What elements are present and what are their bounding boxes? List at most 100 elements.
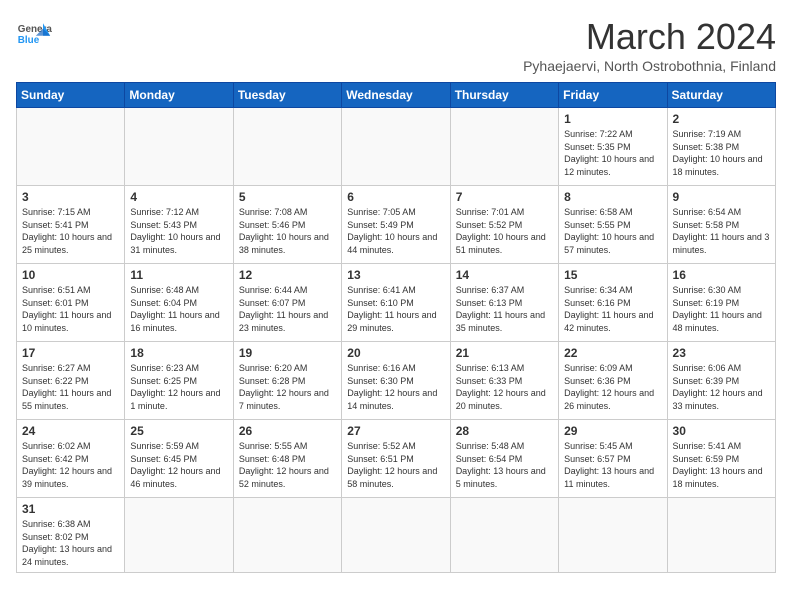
calendar-cell — [342, 498, 450, 573]
day-info: Sunrise: 5:45 AM Sunset: 6:57 PM Dayligh… — [564, 440, 661, 490]
day-number: 13 — [347, 268, 444, 282]
page-header: General Blue March 2024 Pyhaejaervi, Nor… — [16, 16, 776, 74]
day-number: 22 — [564, 346, 661, 360]
day-info: Sunrise: 7:19 AM Sunset: 5:38 PM Dayligh… — [673, 128, 770, 178]
day-number: 29 — [564, 424, 661, 438]
weekday-header-sunday: Sunday — [17, 83, 125, 108]
day-number: 21 — [456, 346, 553, 360]
day-info: Sunrise: 6:51 AM Sunset: 6:01 PM Dayligh… — [22, 284, 119, 334]
day-info: Sunrise: 6:09 AM Sunset: 6:36 PM Dayligh… — [564, 362, 661, 412]
calendar-cell: 8 Sunrise: 6:58 AM Sunset: 5:55 PM Daylig… — [559, 186, 667, 264]
day-number: 19 — [239, 346, 336, 360]
day-info: Sunrise: 6:37 AM Sunset: 6:13 PM Dayligh… — [456, 284, 553, 334]
day-number: 31 — [22, 502, 119, 516]
calendar-cell: 20Sunrise: 6:16 AM Sunset: 6:30 PM Dayli… — [342, 342, 450, 420]
weekday-header-friday: Friday — [559, 83, 667, 108]
calendar-cell: 4Sunrise: 7:12 AM Sunset: 5:43 PM Daylig… — [125, 186, 233, 264]
day-number: 12 — [239, 268, 336, 282]
day-info: Sunrise: 7:15 AM Sunset: 5:41 PM Dayligh… — [22, 206, 119, 256]
calendar-cell: 19 Sunrise: 6:20 AM Sunset: 6:28 PM Dayli… — [233, 342, 341, 420]
day-number: 24 — [22, 424, 119, 438]
calendar-cell: 13 Sunrise: 6:41 AM Sunset: 6:10 PM Dayli… — [342, 264, 450, 342]
day-number: 27 — [347, 424, 444, 438]
calendar-cell: 30 Sunrise: 5:41 AM Sunset: 6:59 PM Dayli… — [667, 420, 775, 498]
day-info: Sunrise: 6:27 AM Sunset: 6:22 PM Dayligh… — [22, 362, 119, 412]
calendar-cell: 17 Sunrise: 6:27 AM Sunset: 6:22 PM Dayli… — [17, 342, 125, 420]
calendar-cell: 29 Sunrise: 5:45 AM Sunset: 6:57 PM Dayli… — [559, 420, 667, 498]
day-info: Sunrise: 6:02 AM Sunset: 6:42 PM Dayligh… — [22, 440, 119, 490]
day-info: Sunrise: 7:05 AM Sunset: 5:49 PM Dayligh… — [347, 206, 444, 256]
day-info: Sunrise: 5:59 AM Sunset: 6:45 PM Dayligh… — [130, 440, 227, 490]
calendar-cell — [450, 498, 558, 573]
svg-text:Blue: Blue — [18, 35, 40, 46]
week-row-3: 10 Sunrise: 6:51 AM Sunset: 6:01 PM Dayli… — [17, 264, 776, 342]
day-info: Sunrise: 6:06 AM Sunset: 6:39 PM Dayligh… — [673, 362, 770, 412]
calendar-cell: 28 Sunrise: 5:48 AM Sunset: 6:54 PM Dayli… — [450, 420, 558, 498]
day-info: Sunrise: 6:20 AM Sunset: 6:28 PM Dayligh… — [239, 362, 336, 412]
calendar-cell: 9 Sunrise: 6:54 AM Sunset: 5:58 PM Daylig… — [667, 186, 775, 264]
day-number: 17 — [22, 346, 119, 360]
day-info: Sunrise: 5:52 AM Sunset: 6:51 PM Dayligh… — [347, 440, 444, 490]
calendar-cell — [667, 498, 775, 573]
calendar-cell: 25 Sunrise: 5:59 AM Sunset: 6:45 PM Dayli… — [125, 420, 233, 498]
day-info: Sunrise: 6:54 AM Sunset: 5:58 PM Dayligh… — [673, 206, 770, 256]
day-info: Sunrise: 6:48 AM Sunset: 6:04 PM Dayligh… — [130, 284, 227, 334]
day-info: Sunrise: 6:23 AM Sunset: 6:25 PM Dayligh… — [130, 362, 227, 412]
day-number: 8 — [564, 190, 661, 204]
day-info: Sunrise: 5:41 AM Sunset: 6:59 PM Dayligh… — [673, 440, 770, 490]
day-info: Sunrise: 6:30 AM Sunset: 6:19 PM Dayligh… — [673, 284, 770, 334]
calendar-cell: 18 Sunrise: 6:23 AM Sunset: 6:25 PM Dayli… — [125, 342, 233, 420]
day-number: 14 — [456, 268, 553, 282]
day-number: 2 — [673, 112, 770, 126]
calendar-cell: 21Sunrise: 6:13 AM Sunset: 6:33 PM Dayli… — [450, 342, 558, 420]
calendar-cell — [342, 108, 450, 186]
day-info: Sunrise: 5:48 AM Sunset: 6:54 PM Dayligh… — [456, 440, 553, 490]
week-row-5: 24 Sunrise: 6:02 AM Sunset: 6:42 PM Dayli… — [17, 420, 776, 498]
day-number: 4 — [130, 190, 227, 204]
day-info: Sunrise: 7:01 AM Sunset: 5:52 PM Dayligh… — [456, 206, 553, 256]
week-row-4: 17 Sunrise: 6:27 AM Sunset: 6:22 PM Dayli… — [17, 342, 776, 420]
day-info: Sunrise: 6:34 AM Sunset: 6:16 PM Dayligh… — [564, 284, 661, 334]
weekday-header-monday: Monday — [125, 83, 233, 108]
calendar-cell: 10 Sunrise: 6:51 AM Sunset: 6:01 PM Dayli… — [17, 264, 125, 342]
calendar-cell: 24 Sunrise: 6:02 AM Sunset: 6:42 PM Dayli… — [17, 420, 125, 498]
calendar-cell: 7 Sunrise: 7:01 AM Sunset: 5:52 PM Daylig… — [450, 186, 558, 264]
calendar-cell: 5Sunrise: 7:08 AM Sunset: 5:46 PM Daylig… — [233, 186, 341, 264]
weekday-header-row: SundayMondayTuesdayWednesdayThursdayFrid… — [17, 83, 776, 108]
week-row-6: 31 Sunrise: 6:38 AM Sunset: 8:02 PM Dayli… — [17, 498, 776, 573]
calendar-cell: 16 Sunrise: 6:30 AM Sunset: 6:19 PM Dayli… — [667, 264, 775, 342]
day-info: Sunrise: 6:58 AM Sunset: 5:55 PM Dayligh… — [564, 206, 661, 256]
calendar-cell — [450, 108, 558, 186]
day-number: 23 — [673, 346, 770, 360]
day-info: Sunrise: 6:41 AM Sunset: 6:10 PM Dayligh… — [347, 284, 444, 334]
day-number: 7 — [456, 190, 553, 204]
calendar-cell — [559, 498, 667, 573]
week-row-2: 3 Sunrise: 7:15 AM Sunset: 5:41 PM Daylig… — [17, 186, 776, 264]
day-number: 3 — [22, 190, 119, 204]
calendar-cell: 11Sunrise: 6:48 AM Sunset: 6:04 PM Dayli… — [125, 264, 233, 342]
calendar-cell: 1Sunrise: 7:22 AM Sunset: 5:35 PM Daylig… — [559, 108, 667, 186]
day-info: Sunrise: 5:55 AM Sunset: 6:48 PM Dayligh… — [239, 440, 336, 490]
day-info: Sunrise: 7:22 AM Sunset: 5:35 PM Dayligh… — [564, 128, 661, 178]
day-number: 25 — [130, 424, 227, 438]
month-title: March 2024 — [523, 16, 776, 58]
day-number: 18 — [130, 346, 227, 360]
day-number: 30 — [673, 424, 770, 438]
day-info: Sunrise: 6:38 AM Sunset: 8:02 PM Dayligh… — [22, 518, 119, 568]
day-number: 16 — [673, 268, 770, 282]
day-number: 15 — [564, 268, 661, 282]
day-number: 6 — [347, 190, 444, 204]
location-subtitle: Pyhaejaervi, North Ostrobothnia, Finland — [523, 58, 776, 74]
day-number: 10 — [22, 268, 119, 282]
calendar-cell: 2 Sunrise: 7:19 AM Sunset: 5:38 PM Daylig… — [667, 108, 775, 186]
calendar-cell: 14 Sunrise: 6:37 AM Sunset: 6:13 PM Dayli… — [450, 264, 558, 342]
logo: General Blue — [16, 16, 52, 52]
day-number: 9 — [673, 190, 770, 204]
calendar-cell: 27 Sunrise: 5:52 AM Sunset: 6:51 PM Dayli… — [342, 420, 450, 498]
day-number: 26 — [239, 424, 336, 438]
calendar-cell: 22 Sunrise: 6:09 AM Sunset: 6:36 PM Dayli… — [559, 342, 667, 420]
day-info: Sunrise: 6:44 AM Sunset: 6:07 PM Dayligh… — [239, 284, 336, 334]
calendar-cell — [17, 108, 125, 186]
day-number: 28 — [456, 424, 553, 438]
calendar-cell: 12 Sunrise: 6:44 AM Sunset: 6:07 PM Dayli… — [233, 264, 341, 342]
